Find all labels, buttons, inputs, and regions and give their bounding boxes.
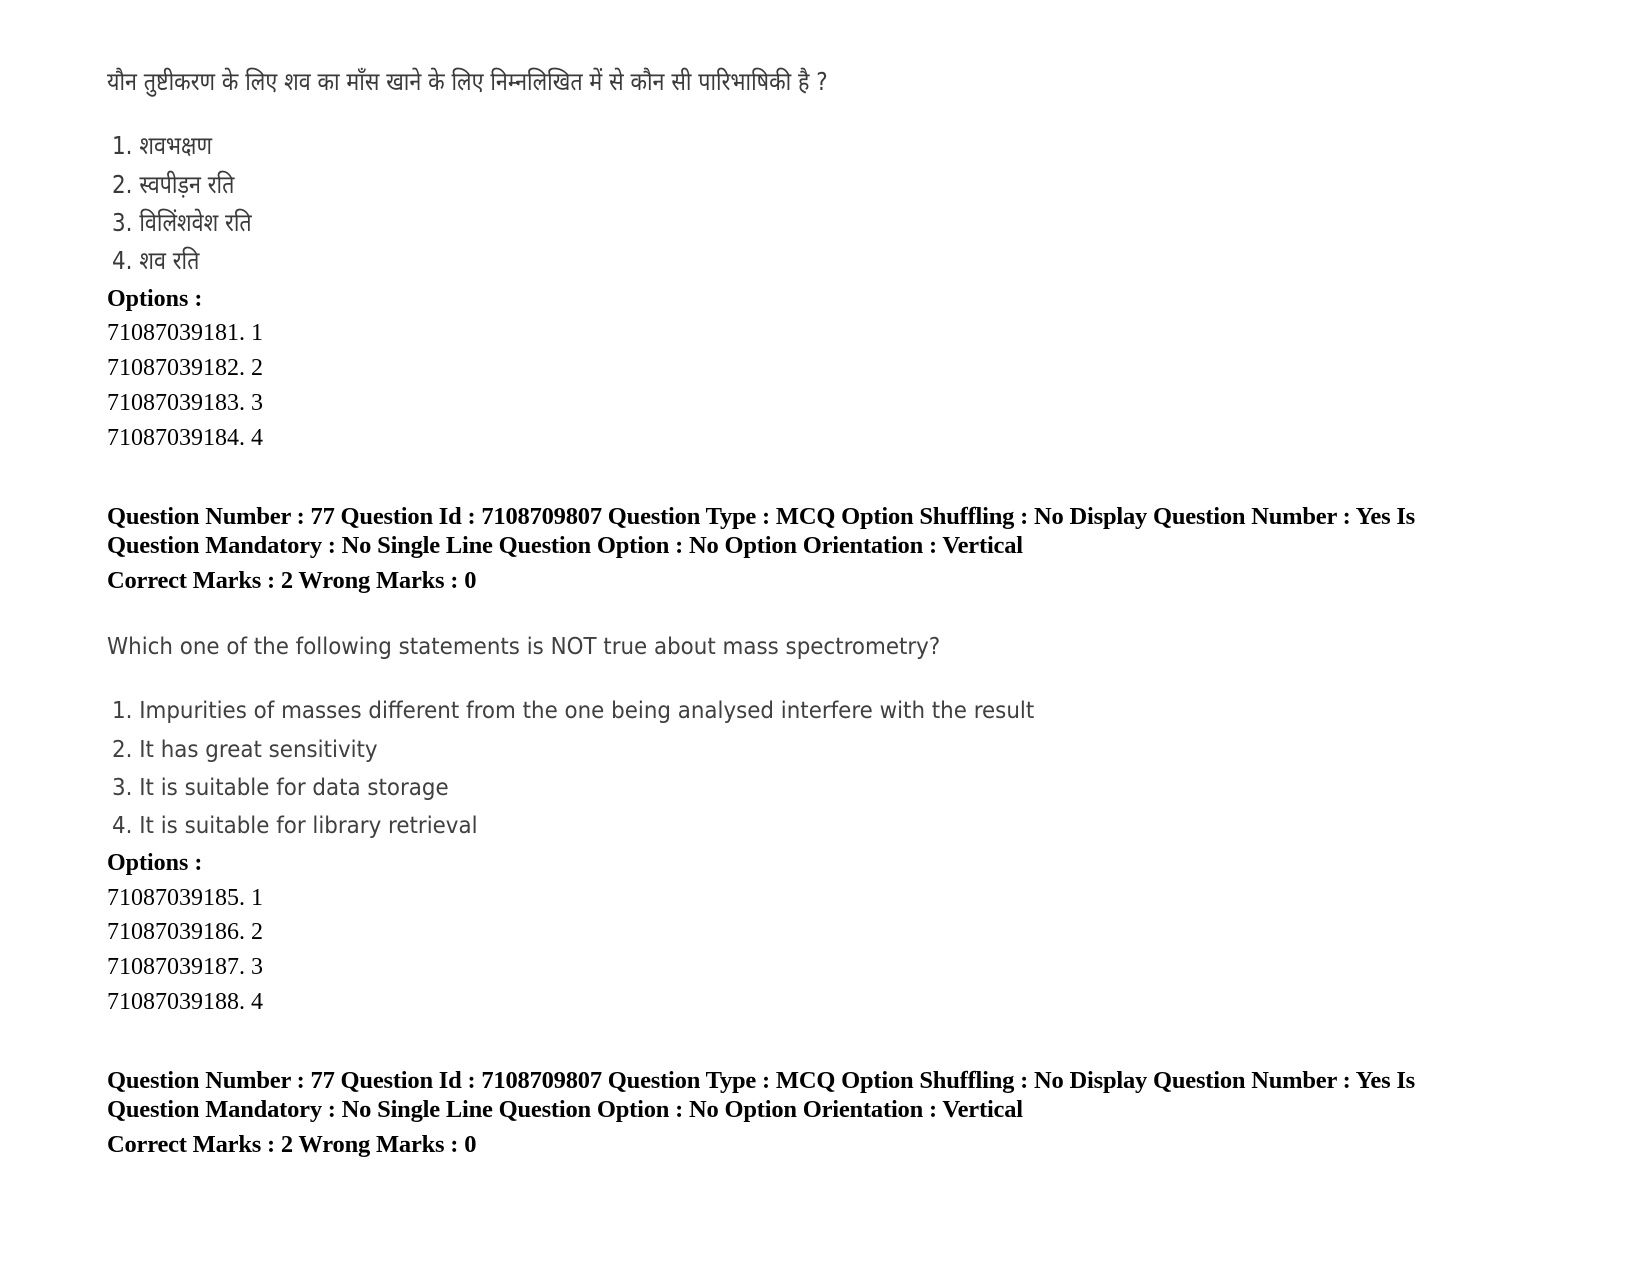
question-marks: Correct Marks : 2 Wrong Marks : 0	[107, 567, 477, 594]
question-text: Which one of the following statements is…	[107, 634, 941, 660]
option-id: 71087039187. 3	[107, 954, 263, 980]
question-choice: 4. It is suitable for library retrieval	[112, 813, 478, 839]
question-choice: 3. It is suitable for data storage	[112, 775, 449, 801]
question-choice: 1. Impurities of masses different from t…	[112, 698, 1035, 724]
options-label: Options :	[107, 286, 203, 312]
options-label: Options :	[107, 850, 203, 876]
question-text: यौन तुष्टीकरण के लिए शव का माँस खाने के …	[107, 67, 828, 96]
question-choice: 3. विलिंशवेश रति	[112, 208, 252, 237]
question-choice: 1. शवभक्षण	[112, 131, 213, 160]
option-id: 71087039183. 3	[107, 390, 263, 416]
question-meta-line-1: Question Number : 77 Question Id : 71087…	[107, 503, 1415, 530]
option-id: 71087039181. 1	[107, 320, 263, 346]
option-id: 71087039185. 1	[107, 885, 263, 911]
question-choice: 2. स्वपीड़न रति	[112, 170, 235, 199]
question-meta-line-1: Question Number : 77 Question Id : 71087…	[107, 1067, 1415, 1094]
question-meta-line-2: Question Mandatory : No Single Line Ques…	[107, 532, 1023, 559]
option-id: 71087039188. 4	[107, 989, 263, 1015]
question-choice: 2. It has great sensitivity	[112, 737, 378, 763]
question-marks: Correct Marks : 2 Wrong Marks : 0	[107, 1131, 477, 1158]
option-id: 71087039186. 2	[107, 919, 263, 945]
question-choice: 4. शव रति	[112, 246, 200, 275]
option-id: 71087039182. 2	[107, 355, 263, 381]
question-meta-line-2: Question Mandatory : No Single Line Ques…	[107, 1096, 1023, 1123]
option-id: 71087039184. 4	[107, 425, 263, 451]
